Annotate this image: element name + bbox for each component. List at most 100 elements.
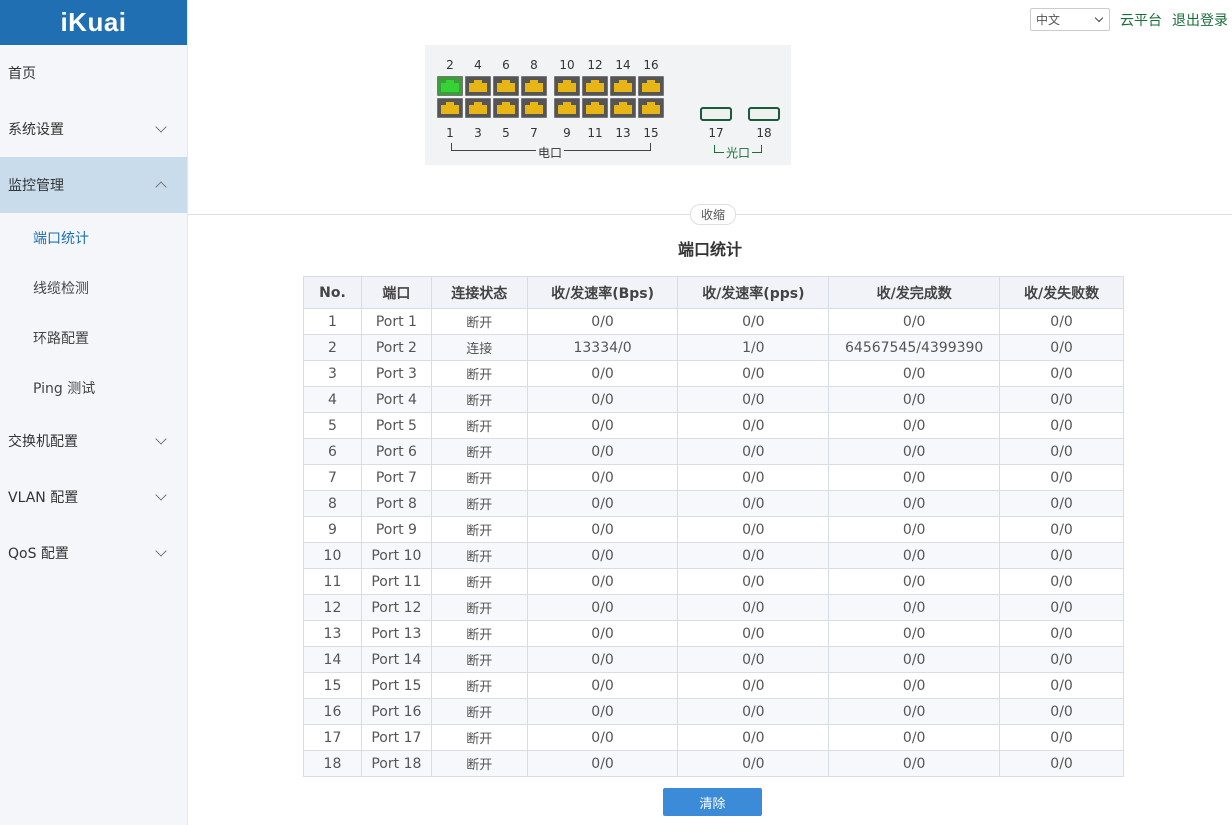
cell-rate-bps: 0/0 [526, 672, 679, 699]
cell-failed: 0/0 [999, 698, 1124, 725]
cell-port: Port 5 [360, 412, 432, 439]
subnav-loop-config[interactable]: 环路配置 [0, 313, 187, 363]
cell-failed: 0/0 [999, 750, 1124, 777]
cell-completed: 0/0 [828, 386, 1001, 413]
nav-switch-config[interactable]: 交换机配置 [0, 413, 187, 469]
port-jack-icon [642, 80, 660, 92]
port-jack-icon [469, 102, 487, 114]
cell-no: 10 [303, 542, 362, 569]
table-row: 12 Port 12 断开 0/0 0/0 0/0 0/0 [303, 594, 1124, 621]
cell-rate-pps: 0/0 [677, 438, 830, 465]
port-5-icon[interactable] [493, 98, 519, 118]
cell-status: 断开 [430, 308, 528, 335]
port-jack-icon [441, 102, 459, 114]
port-15-icon[interactable] [638, 98, 664, 118]
port-jack-icon [497, 102, 515, 114]
port-16-icon[interactable] [638, 76, 664, 96]
cell-status: 断开 [430, 360, 528, 387]
cell-failed: 0/0 [999, 620, 1124, 647]
cell-status: 断开 [430, 412, 528, 439]
subnav-ping-test[interactable]: Ping 测试 [0, 363, 187, 413]
cell-failed: 0/0 [999, 386, 1124, 413]
port-number-label: 12 [587, 58, 603, 72]
cell-port: Port 15 [360, 672, 432, 699]
cell-completed: 0/0 [828, 594, 1001, 621]
nav-vlan-config[interactable]: VLAN 配置 [0, 469, 187, 525]
cell-rate-pps: 0/0 [677, 724, 830, 751]
cell-status: 断开 [430, 542, 528, 569]
cell-rate-pps: 0/0 [677, 568, 830, 595]
cloud-platform-link[interactable]: 云平台 [1120, 10, 1162, 30]
cell-rate-pps: 0/0 [677, 386, 830, 413]
cell-completed: 0/0 [828, 464, 1001, 491]
cell-rate-pps: 0/0 [677, 698, 830, 725]
subnav-ping-test-label: Ping 测试 [33, 381, 96, 397]
port-9-icon[interactable] [554, 98, 580, 118]
nav-monitoring[interactable]: 监控管理 [0, 157, 187, 213]
sidebar: iKuai 首页 系统设置 监控管理 端口统计 线缆检测 环路配置 Ping 测… [0, 0, 188, 825]
cell-status: 连接 [430, 334, 528, 361]
logo[interactable]: iKuai [0, 0, 187, 45]
table-row: 15 Port 15 断开 0/0 0/0 0/0 0/0 [303, 672, 1124, 699]
sfp-port-17-icon[interactable] [700, 107, 732, 121]
port-6-icon[interactable] [493, 76, 519, 96]
cell-port: Port 13 [360, 620, 432, 647]
cell-no: 11 [303, 568, 362, 595]
sfp-port-18-icon[interactable] [748, 107, 780, 121]
cell-rate-bps: 0/0 [526, 464, 679, 491]
nav-home[interactable]: 首页 [0, 45, 187, 101]
port-7-icon[interactable] [521, 98, 547, 118]
port-1-icon[interactable] [437, 98, 463, 118]
table-header-row: No. 端口 连接状态 收/发速率(Bps) 收/发速率(pps) 收/发完成数… [303, 276, 1124, 309]
cell-no: 17 [303, 724, 362, 751]
logout-link[interactable]: 退出登录 [1172, 10, 1228, 30]
cell-rate-pps: 0/0 [677, 594, 830, 621]
clear-button[interactable]: 清除 [663, 788, 762, 816]
cell-status: 断开 [430, 386, 528, 413]
subnav-port-stats[interactable]: 端口统计 [0, 213, 187, 263]
port-number-label: 6 [502, 58, 510, 72]
port-3-icon[interactable] [465, 98, 491, 118]
nav-system-settings-label: 系统设置 [8, 122, 64, 138]
port-14-icon[interactable] [610, 76, 636, 96]
subnav-cable-test[interactable]: 线缆检测 [0, 263, 187, 313]
chevron-up-icon [155, 181, 167, 193]
cell-completed: 64567545/4399390 [828, 334, 1001, 361]
cell-completed: 0/0 [828, 542, 1001, 569]
port-jack-icon [525, 80, 543, 92]
cell-failed: 0/0 [999, 308, 1124, 335]
language-select[interactable]: 中文 [1030, 8, 1110, 31]
port-4-icon[interactable] [465, 76, 491, 96]
cell-rate-bps: 0/0 [526, 516, 679, 543]
cell-rate-pps: 0/0 [677, 516, 830, 543]
subnav-port-stats-label: 端口统计 [33, 231, 89, 247]
cell-no: 2 [303, 334, 362, 361]
cell-status: 断开 [430, 724, 528, 751]
port-jack-icon [586, 80, 604, 92]
cell-rate-pps: 0/0 [677, 620, 830, 647]
port-jack-icon [642, 102, 660, 114]
table-row: 4 Port 4 断开 0/0 0/0 0/0 0/0 [303, 386, 1124, 413]
port-number-label: 18 [756, 126, 772, 140]
port-number-label: 5 [502, 126, 510, 140]
table-row: 1 Port 1 断开 0/0 0/0 0/0 0/0 [303, 308, 1124, 335]
table-row: 16 Port 16 断开 0/0 0/0 0/0 0/0 [303, 698, 1124, 725]
cell-rate-pps: 0/0 [677, 490, 830, 517]
port-13-icon[interactable] [610, 98, 636, 118]
port-12-icon[interactable] [582, 76, 608, 96]
cell-failed: 0/0 [999, 568, 1124, 595]
port-8-icon[interactable] [521, 76, 547, 96]
cell-no: 14 [303, 646, 362, 673]
collapse-button[interactable]: 收缩 [690, 204, 736, 225]
port-jack-icon [558, 102, 576, 114]
nav-qos-config[interactable]: QoS 配置 [0, 525, 187, 581]
port-11-icon[interactable] [582, 98, 608, 118]
col-status: 连接状态 [430, 276, 528, 309]
port-jack-icon [558, 80, 576, 92]
port-10-icon[interactable] [554, 76, 580, 96]
cell-rate-pps: 0/0 [677, 308, 830, 335]
nav-system-settings[interactable]: 系统设置 [0, 101, 187, 157]
cell-port: Port 17 [360, 724, 432, 751]
cell-no: 8 [303, 490, 362, 517]
port-2-icon[interactable] [437, 76, 463, 96]
